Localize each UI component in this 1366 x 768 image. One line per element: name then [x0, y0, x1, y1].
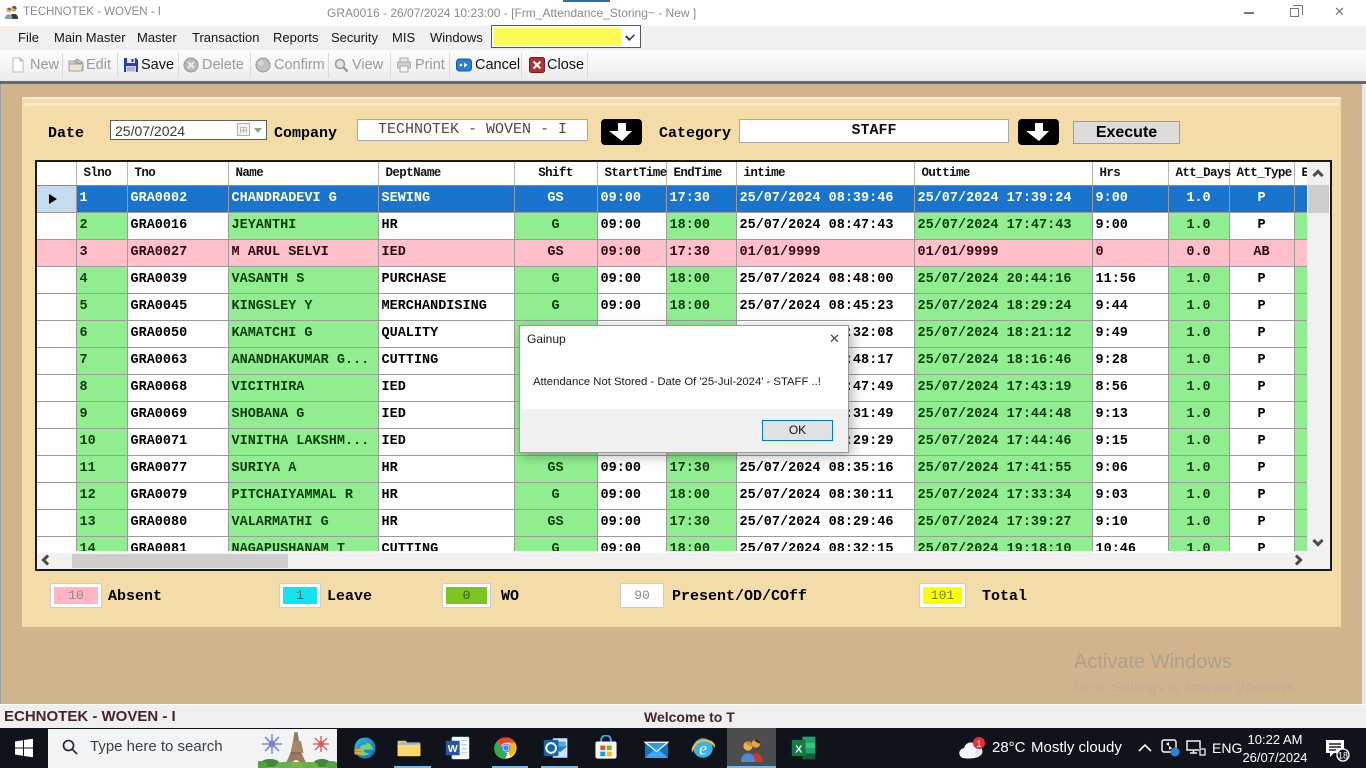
- svg-text:X: X: [795, 743, 802, 755]
- svg-text:18: 18: [1338, 751, 1348, 761]
- svg-text:1: 1: [976, 739, 981, 749]
- svg-text:W: W: [448, 743, 458, 755]
